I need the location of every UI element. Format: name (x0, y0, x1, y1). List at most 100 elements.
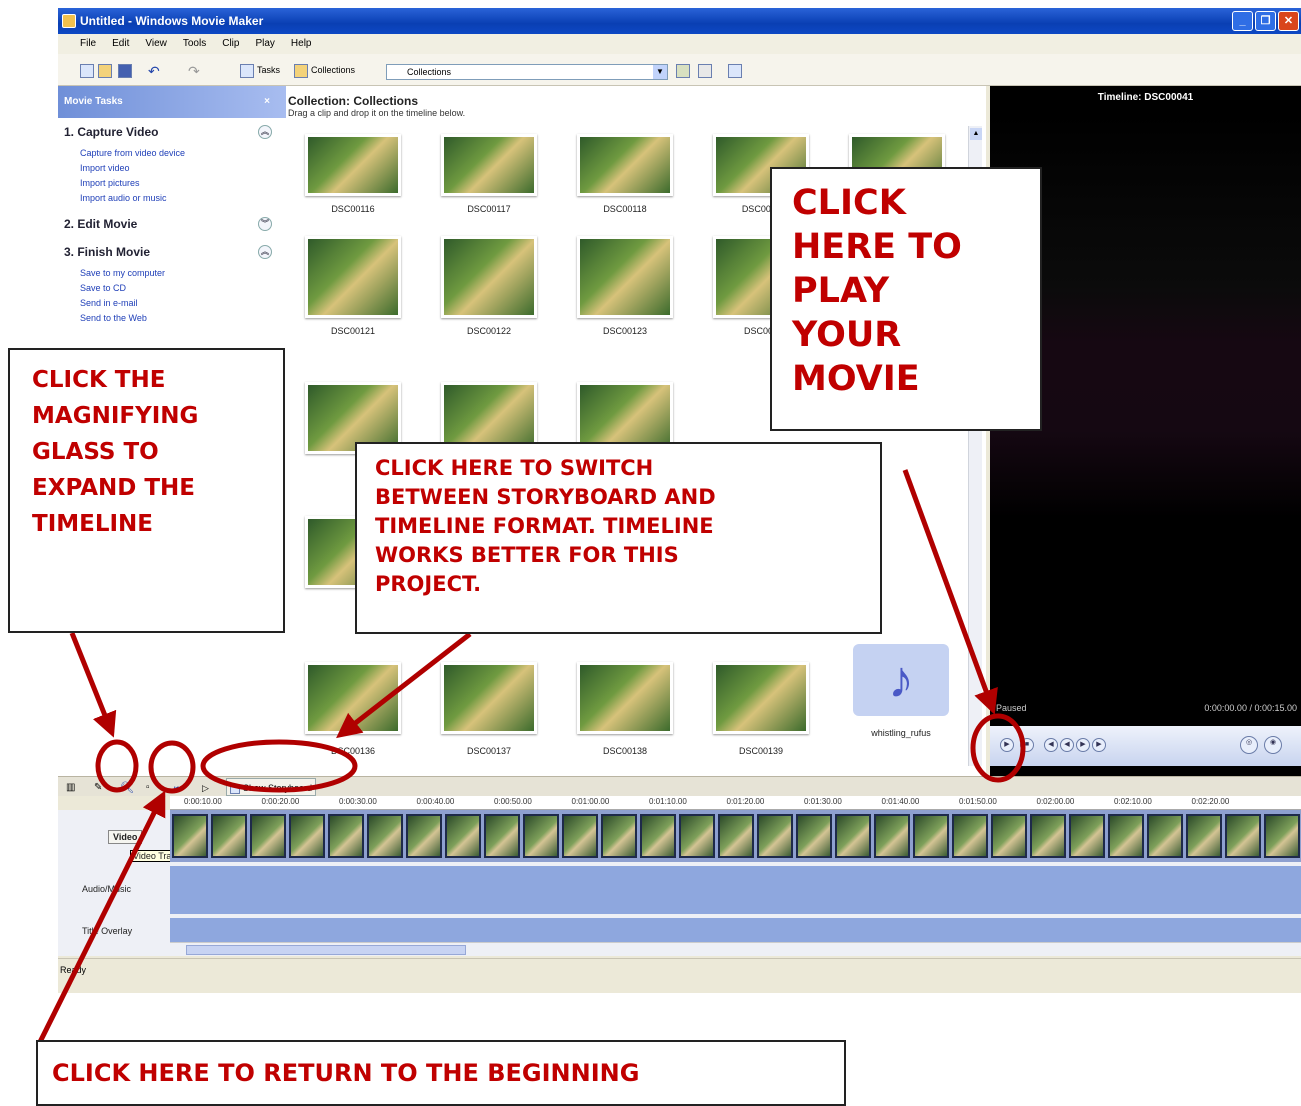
ruler-tick: 0:01:40.00 (881, 797, 920, 806)
stop-button[interactable]: ■ (1020, 738, 1034, 752)
menu-file[interactable]: File (80, 34, 96, 54)
up-level-button[interactable] (676, 61, 693, 79)
link-save-cd[interactable]: Save to CD (80, 281, 286, 296)
clip-thumbnail[interactable]: DSC00122 (434, 236, 544, 346)
section-finish-movie[interactable]: 3. Finish Movie ︽ (58, 238, 286, 266)
narrate-button[interactable]: ✎ (94, 779, 102, 797)
ruler-tick: 0:01:30.00 (804, 797, 842, 806)
menu-edit[interactable]: Edit (112, 34, 129, 54)
folder-icon (98, 63, 112, 78)
clip-thumbnail[interactable]: DSC00139 (706, 662, 816, 772)
clip-thumbnail[interactable]: DSC00118 (570, 134, 680, 222)
music-clip[interactable]: ♪ whistling_rufus (846, 644, 956, 754)
link-send-email[interactable]: Send in e-mail (80, 296, 286, 311)
menu-tools[interactable]: Tools (183, 34, 206, 54)
redo-icon: ↷ (188, 62, 200, 79)
video-frame (718, 814, 754, 858)
video-frame (289, 814, 325, 858)
section-capture-video[interactable]: 1. Capture Video ︽ (58, 118, 286, 146)
title-overlay-track[interactable] (170, 918, 1301, 944)
link-import-video[interactable]: Import video (80, 161, 286, 176)
link-capture-device[interactable]: Capture from video device (80, 146, 286, 161)
new-folder-icon (698, 63, 712, 78)
scrollbar-thumb[interactable] (186, 945, 466, 955)
show-storyboard-button[interactable]: Show Storyboard (226, 778, 317, 796)
previous-frame-button[interactable]: ◀ (1044, 738, 1058, 752)
video-frame (1186, 814, 1222, 858)
save-project-button[interactable] (118, 61, 135, 79)
video-frame (835, 814, 871, 858)
video-frame (679, 814, 715, 858)
menu-help[interactable]: Help (291, 34, 312, 54)
clip-thumbnail[interactable]: DSC00117 (434, 134, 544, 222)
callout-line: GLASS TO (32, 439, 159, 465)
clip-thumbnail[interactable]: DSC00123 (570, 236, 680, 346)
undo-button[interactable]: ↶ (148, 61, 165, 79)
menu-clip[interactable]: Clip (222, 34, 239, 54)
callout-line: MAGNIFYING (32, 403, 199, 429)
play-timeline-button[interactable]: ▷ (202, 779, 209, 797)
callout-line: TIMELINE FORMAT. TIMELINE (375, 514, 714, 538)
chevron-up-icon[interactable]: ︽ (258, 125, 272, 139)
section-edit-movie[interactable]: 2. Edit Movie ︾ (58, 210, 286, 238)
collections-button[interactable]: Collections (294, 61, 355, 79)
video-track-label[interactable]: Video (108, 830, 143, 844)
callout-line: EXPAND THE (32, 475, 195, 501)
video-frame (1069, 814, 1105, 858)
open-project-button[interactable] (98, 61, 115, 79)
link-send-web[interactable]: Send to the Web (80, 311, 286, 326)
scroll-up-icon[interactable]: ▲ (970, 128, 982, 140)
title-track-label[interactable]: Title Overlay (82, 926, 132, 936)
forward-button[interactable]: ▶ (1076, 738, 1090, 752)
audio-track-label[interactable]: Audio/Music (82, 884, 131, 894)
undo-icon: ↶ (148, 62, 160, 79)
redo-button[interactable]: ↷ (188, 61, 205, 79)
video-track[interactable] (170, 810, 1301, 862)
close-button[interactable]: ✕ (1278, 11, 1299, 31)
rewind-timeline-button[interactable]: ⏮ (174, 779, 182, 797)
clip-thumbnail[interactable]: DSC00137 (434, 662, 544, 772)
back-button[interactable]: ◀ (1060, 738, 1074, 752)
views-button[interactable] (728, 61, 745, 79)
timeline-scrollbar[interactable] (170, 942, 1301, 956)
ruler-tick: 0:00:50.00 (494, 797, 532, 806)
ruler-tick: 0:01:50.00 (959, 797, 997, 806)
clip-thumbnail[interactable]: DSC00121 (298, 236, 408, 346)
set-audio-levels-button[interactable]: ▥ (66, 779, 75, 797)
tasks-button[interactable]: Tasks (240, 61, 280, 79)
minimize-button[interactable]: _ (1232, 11, 1253, 31)
collection-select[interactable]: Collections ▼ (386, 64, 668, 80)
new-collection-button[interactable] (698, 61, 715, 79)
up-icon (676, 63, 690, 78)
toolbar: ↶ ↷ Tasks Collections Collections ▼ (58, 54, 1301, 86)
clip-thumbnail[interactable]: DSC00136 (298, 662, 408, 772)
next-frame-button[interactable]: ▶ (1092, 738, 1106, 752)
maximize-button[interactable]: ❐ (1255, 11, 1276, 31)
timeline-ruler[interactable]: 0:00:10.00 0:00:20.00 0:00:30.00 0:00:40.00… (170, 796, 1301, 810)
chevron-up-icon[interactable]: ︽ (258, 245, 272, 259)
take-picture-button[interactable]: ◉ (1264, 736, 1282, 754)
link-import-pictures[interactable]: Import pictures (80, 176, 286, 191)
audio-track[interactable] (170, 866, 1301, 914)
zoom-in-button[interactable]: 🔍︎ (120, 779, 134, 797)
link-save-computer[interactable]: Save to my computer (80, 266, 286, 281)
close-icon[interactable]: × (264, 86, 270, 118)
link-import-audio[interactable]: Import audio or music (80, 191, 286, 206)
playback-status: Paused (996, 703, 1027, 713)
play-button[interactable]: ▶ (1000, 738, 1014, 752)
clip-name: DSC00137 (466, 746, 512, 756)
video-frame (640, 814, 676, 858)
menu-play[interactable]: Play (255, 34, 274, 54)
clip-thumbnail[interactable]: DSC00138 (570, 662, 680, 772)
video-frame (601, 814, 637, 858)
chevron-down-icon[interactable]: ▼ (653, 65, 667, 79)
clip-thumbnail[interactable]: DSC00116 (298, 134, 408, 222)
menu-view[interactable]: View (145, 34, 167, 54)
split-clip-button[interactable]: ◎ (1240, 736, 1258, 754)
new-project-button[interactable] (80, 61, 97, 79)
zoom-out-button[interactable]: ▫ (146, 779, 150, 797)
callout-line: TIMELINE (32, 511, 154, 537)
chevron-down-icon[interactable]: ︾ (258, 217, 272, 231)
clip-image (577, 134, 673, 196)
ruler-tick: 0:00:20.00 (261, 797, 300, 806)
